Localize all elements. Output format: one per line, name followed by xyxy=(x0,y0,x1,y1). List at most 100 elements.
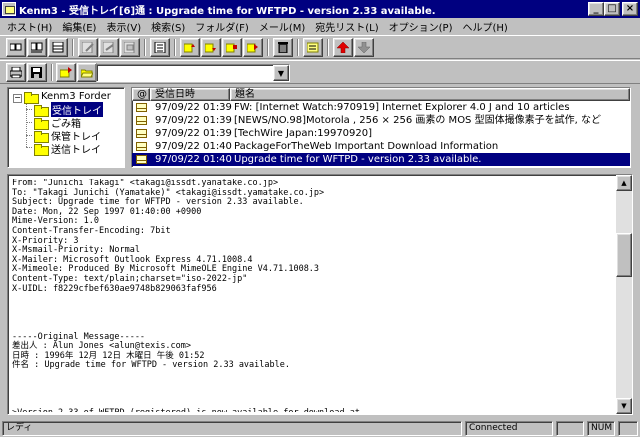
message-subject: [TechWire Japan:19970920] xyxy=(234,128,373,139)
envelope-icon xyxy=(136,116,147,125)
address-book-button[interactable] xyxy=(150,38,170,57)
move-button-2[interactable] xyxy=(201,38,221,57)
properties-button[interactable] xyxy=(303,38,323,57)
close-button[interactable]: × xyxy=(622,2,638,16)
folder-move-icon xyxy=(247,43,258,53)
trash-icon xyxy=(278,42,288,53)
main-toolbar xyxy=(0,35,640,59)
forward-icon xyxy=(124,42,135,53)
printer-icon xyxy=(10,67,22,78)
window-controls: _ □ × xyxy=(588,2,638,16)
scroll-thumb[interactable] xyxy=(616,233,632,277)
minimize-button[interactable]: _ xyxy=(588,2,604,16)
scroll-down-button[interactable]: ▼ xyxy=(616,398,632,414)
folder-tree-icon xyxy=(60,67,72,78)
folder-copy-icon xyxy=(226,43,237,53)
collapse-toggle[interactable]: − xyxy=(13,94,22,103)
tree-item-outbox[interactable]: 送信トレイ xyxy=(34,142,101,156)
envelope-icon xyxy=(136,155,147,164)
new-mail-button[interactable] xyxy=(78,38,98,57)
next-message-button[interactable] xyxy=(354,38,374,57)
folder-icon xyxy=(34,143,49,156)
message-row[interactable]: 97/09/22 01:39 [TechWire Japan:19970920] xyxy=(132,127,630,140)
status-text: レディ xyxy=(2,421,462,436)
connection-status: Connected xyxy=(465,421,553,436)
message-subject: FW: [Internet Watch:970919] Internet Exp… xyxy=(234,102,570,113)
title-bar[interactable]: Kenm3 - 受信トレイ[6]通 : Upgrade time for WFT… xyxy=(0,0,640,18)
column-header-date[interactable]: 受信日時 xyxy=(150,88,230,101)
message-subject: [NEWS/NO.98]Motorola , 256 × 256 画素の MOS… xyxy=(234,115,601,126)
previous-message-button[interactable] xyxy=(333,38,353,57)
folder-icon xyxy=(34,130,49,143)
folder-select[interactable]: ▼ xyxy=(96,64,290,82)
column-header-subject[interactable]: 題名 xyxy=(230,88,630,101)
host-icon xyxy=(10,43,22,51)
message-row[interactable]: 97/09/22 01:39 FW: [Internet Watch:97091… xyxy=(132,101,630,114)
envelope-icon xyxy=(136,103,147,112)
move-to-folder-button[interactable] xyxy=(243,38,263,57)
message-subject: Upgrade time for WFTPD - version 2.33 av… xyxy=(234,154,482,165)
size-grip[interactable] xyxy=(618,421,638,436)
column-header-flag[interactable]: @ xyxy=(132,88,150,101)
folder-manage-button[interactable] xyxy=(56,63,76,82)
compose-icon xyxy=(82,42,94,53)
floppy-disk-icon xyxy=(31,67,42,78)
connect-button[interactable] xyxy=(6,38,26,57)
envelope-icon xyxy=(136,129,147,138)
message-row[interactable]: 97/09/22 01:40 PackageForTheWeb Importan… xyxy=(132,140,630,153)
message-subject: PackageForTheWeb Important Download Info… xyxy=(234,141,499,152)
reply-icon xyxy=(103,42,114,53)
menu-mail[interactable]: メール(M) xyxy=(254,19,310,34)
menu-search[interactable]: 検索(S) xyxy=(146,19,190,34)
message-row-selected[interactable]: 97/09/22 01:40 Upgrade time for WFTPD - … xyxy=(132,153,630,166)
forward-button[interactable] xyxy=(120,38,140,57)
message-body-pane[interactable]: From: "Junichi Takagi" <takagi@issdt.yan… xyxy=(7,174,633,415)
print-button[interactable] xyxy=(6,63,26,82)
status-bar: レディ Connected NUM xyxy=(0,420,640,437)
copy-to-folder-button[interactable] xyxy=(222,38,242,57)
server-icon xyxy=(52,42,64,53)
delete-button[interactable] xyxy=(273,38,293,57)
tree-root-label: Kenm3 Forder xyxy=(41,91,111,102)
message-body-text[interactable]: From: "Junichi Takagi" <takagi@issdt.yan… xyxy=(12,179,612,412)
secondary-toolbar: ▼ xyxy=(0,60,640,84)
address-book-icon xyxy=(154,42,166,53)
window-title: Kenm3 - 受信トレイ[6]通 : Upgrade time for WFT… xyxy=(19,5,436,17)
message-row[interactable]: 97/09/22 01:39 [NEWS/NO.98]Motorola , 25… xyxy=(132,114,630,127)
open-folder-button[interactable] xyxy=(77,63,97,82)
num-lock-indicator: NUM xyxy=(587,421,615,436)
chevron-down-icon[interactable]: ▼ xyxy=(273,65,289,81)
menu-view[interactable]: 表示(V) xyxy=(101,19,146,34)
folder-icon xyxy=(34,117,49,130)
reply-button[interactable] xyxy=(99,38,119,57)
app-icon[interactable] xyxy=(2,2,16,16)
menu-folder[interactable]: フォルダ(F) xyxy=(190,19,254,34)
menu-help[interactable]: ヘルプ(H) xyxy=(457,19,512,34)
host-pair-icon xyxy=(31,42,43,53)
folder-arrow-icon xyxy=(184,43,195,53)
open-folder-icon xyxy=(34,104,49,117)
message-list: @ 受信日時 題名 97/09/22 01:39 FW: [Internet W… xyxy=(131,87,631,168)
folder-arrow-icon xyxy=(205,43,216,53)
arrow-up-icon xyxy=(337,42,349,53)
properties-icon xyxy=(307,42,319,53)
tree-item-label: 送信トレイ xyxy=(51,145,101,156)
menu-options[interactable]: オプション(P) xyxy=(384,19,458,34)
folder-icon xyxy=(24,91,39,104)
status-panel-empty xyxy=(556,421,584,436)
menu-address-list[interactable]: 宛先リスト(L) xyxy=(310,19,383,34)
menu-host[interactable]: ホスト(H) xyxy=(2,19,57,34)
menu-bar: ホスト(H) 編集(E) 表示(V) 検索(S) フォルダ(F) メール(M) … xyxy=(0,18,640,35)
save-button[interactable] xyxy=(27,63,47,82)
scroll-up-button[interactable]: ▲ xyxy=(616,175,632,191)
vertical-scrollbar[interactable]: ▲ ▼ xyxy=(616,175,632,414)
check-mail-button[interactable] xyxy=(48,38,68,57)
message-date: 97/09/22 01:40 xyxy=(155,154,232,165)
move-button-1[interactable] xyxy=(180,38,200,57)
maximize-button[interactable]: □ xyxy=(604,2,620,16)
menu-edit[interactable]: 編集(E) xyxy=(57,19,101,34)
open-folder-icon xyxy=(81,69,93,78)
message-date: 97/09/22 01:39 xyxy=(155,102,232,113)
envelope-icon xyxy=(136,142,147,151)
disconnect-button[interactable] xyxy=(27,38,47,57)
